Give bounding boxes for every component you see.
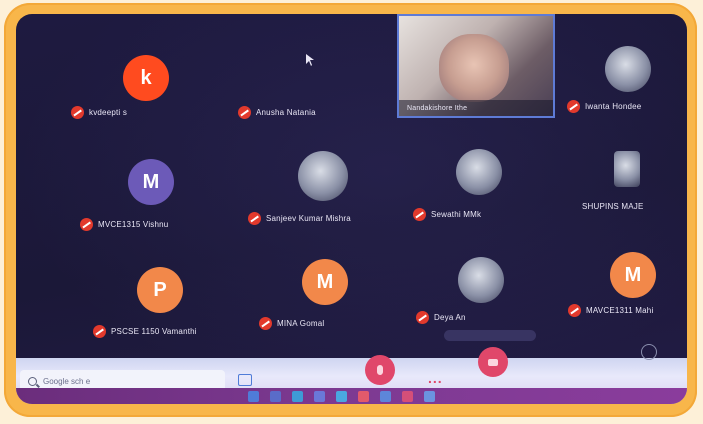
store-icon[interactable] (314, 391, 325, 402)
mic-off-icon (248, 212, 261, 225)
mail-icon[interactable] (336, 391, 347, 402)
participant-name-row-8: SHUPINS MAJE (582, 202, 644, 211)
mic-off-icon (259, 317, 272, 330)
participant-name: SHUPINS MAJE (582, 202, 644, 211)
taskbar-icons (248, 391, 435, 402)
app-icon[interactable] (424, 391, 435, 402)
participant-avatar-10[interactable]: M (302, 259, 348, 305)
mic-off-icon (413, 208, 426, 221)
app-icon[interactable] (380, 391, 391, 402)
present-icon[interactable] (641, 344, 657, 360)
participant-name: Deya An (434, 313, 466, 322)
video-label: Nandakishore Ithe (399, 100, 553, 116)
participant-name-row-2: Anusha Natania (238, 106, 316, 119)
mouse-cursor-icon (306, 54, 314, 66)
more-options-button[interactable]: ... (428, 370, 443, 386)
participant-name-row-4: Iwanta Hondee (567, 100, 641, 113)
participant-name: Anusha Natania (256, 108, 316, 117)
participant-name: MAVCE1311 Mahi (586, 306, 654, 315)
mic-off-icon (568, 304, 581, 317)
participant-avatar-7[interactable] (456, 149, 502, 195)
hover-tooltip (444, 330, 536, 341)
participant-name-row-7: Sewathi MMk (413, 208, 481, 221)
participant-avatar-8[interactable] (614, 151, 640, 187)
participant-avatar-5[interactable]: M (128, 159, 174, 205)
mic-off-icon (416, 311, 429, 324)
participant-name: Sanjeev Kumar Mishra (266, 214, 351, 223)
participant-name: kvdeepti s (89, 108, 128, 117)
participant-name: PSCSE 1150 Vamanthi (111, 327, 197, 336)
app-icon[interactable] (402, 391, 413, 402)
participant-name-row-9: PSCSE 1150 Vamanthi (93, 325, 197, 338)
participant-avatar-12[interactable]: M (610, 252, 656, 298)
participant-name: Sewathi MMk (431, 210, 482, 219)
search-icon (28, 376, 37, 386)
browser-icon[interactable] (292, 391, 303, 402)
participant-name: MINA Gomal (277, 319, 325, 328)
mic-off-icon (238, 106, 251, 119)
mic-off-icon (80, 218, 93, 231)
participant-name-row-5: MVCE1315 Vishnu (80, 218, 168, 231)
camera-icon (488, 358, 498, 366)
participant-name-row-1: kvdeepti s (71, 106, 127, 119)
mic-off-icon (71, 106, 84, 119)
mic-toggle-button[interactable] (365, 355, 395, 385)
start-icon[interactable] (248, 391, 259, 402)
participant-name: MVCE1315 Vishnu (98, 220, 169, 229)
participant-avatar-1[interactable]: k (123, 55, 169, 101)
app-icon[interactable] (358, 391, 369, 402)
participant-avatar-9[interactable]: P (137, 267, 183, 313)
mic-off-icon (93, 325, 106, 338)
meeting-screen: k kvdeepti s Anusha Natania Nandakishore… (16, 14, 687, 404)
mic-off-icon (567, 100, 580, 113)
search-text: Google sch e (43, 376, 91, 386)
participant-avatar-6[interactable] (298, 151, 348, 201)
participant-name-row-11: Deya An (416, 311, 466, 324)
participant-avatar-11[interactable] (458, 257, 504, 303)
participant-name-row-6: Sanjeev Kumar Mishra (248, 212, 351, 225)
camera-toggle-button[interactable] (478, 347, 508, 377)
task-view-icon[interactable] (238, 374, 252, 386)
explorer-icon[interactable] (270, 391, 281, 402)
participant-name: Nandakishore Ithe (407, 104, 468, 112)
participant-name: Iwanta Hondee (585, 102, 642, 111)
participant-name-row-10: MINA Gomal (259, 317, 324, 330)
video-feed (439, 34, 509, 102)
active-video-tile[interactable]: Nandakishore Ithe (397, 14, 555, 118)
mic-icon (377, 365, 383, 375)
participant-avatar-4[interactable] (605, 46, 651, 92)
participant-name-row-12: MAVCE1311 Mahi (568, 304, 653, 317)
